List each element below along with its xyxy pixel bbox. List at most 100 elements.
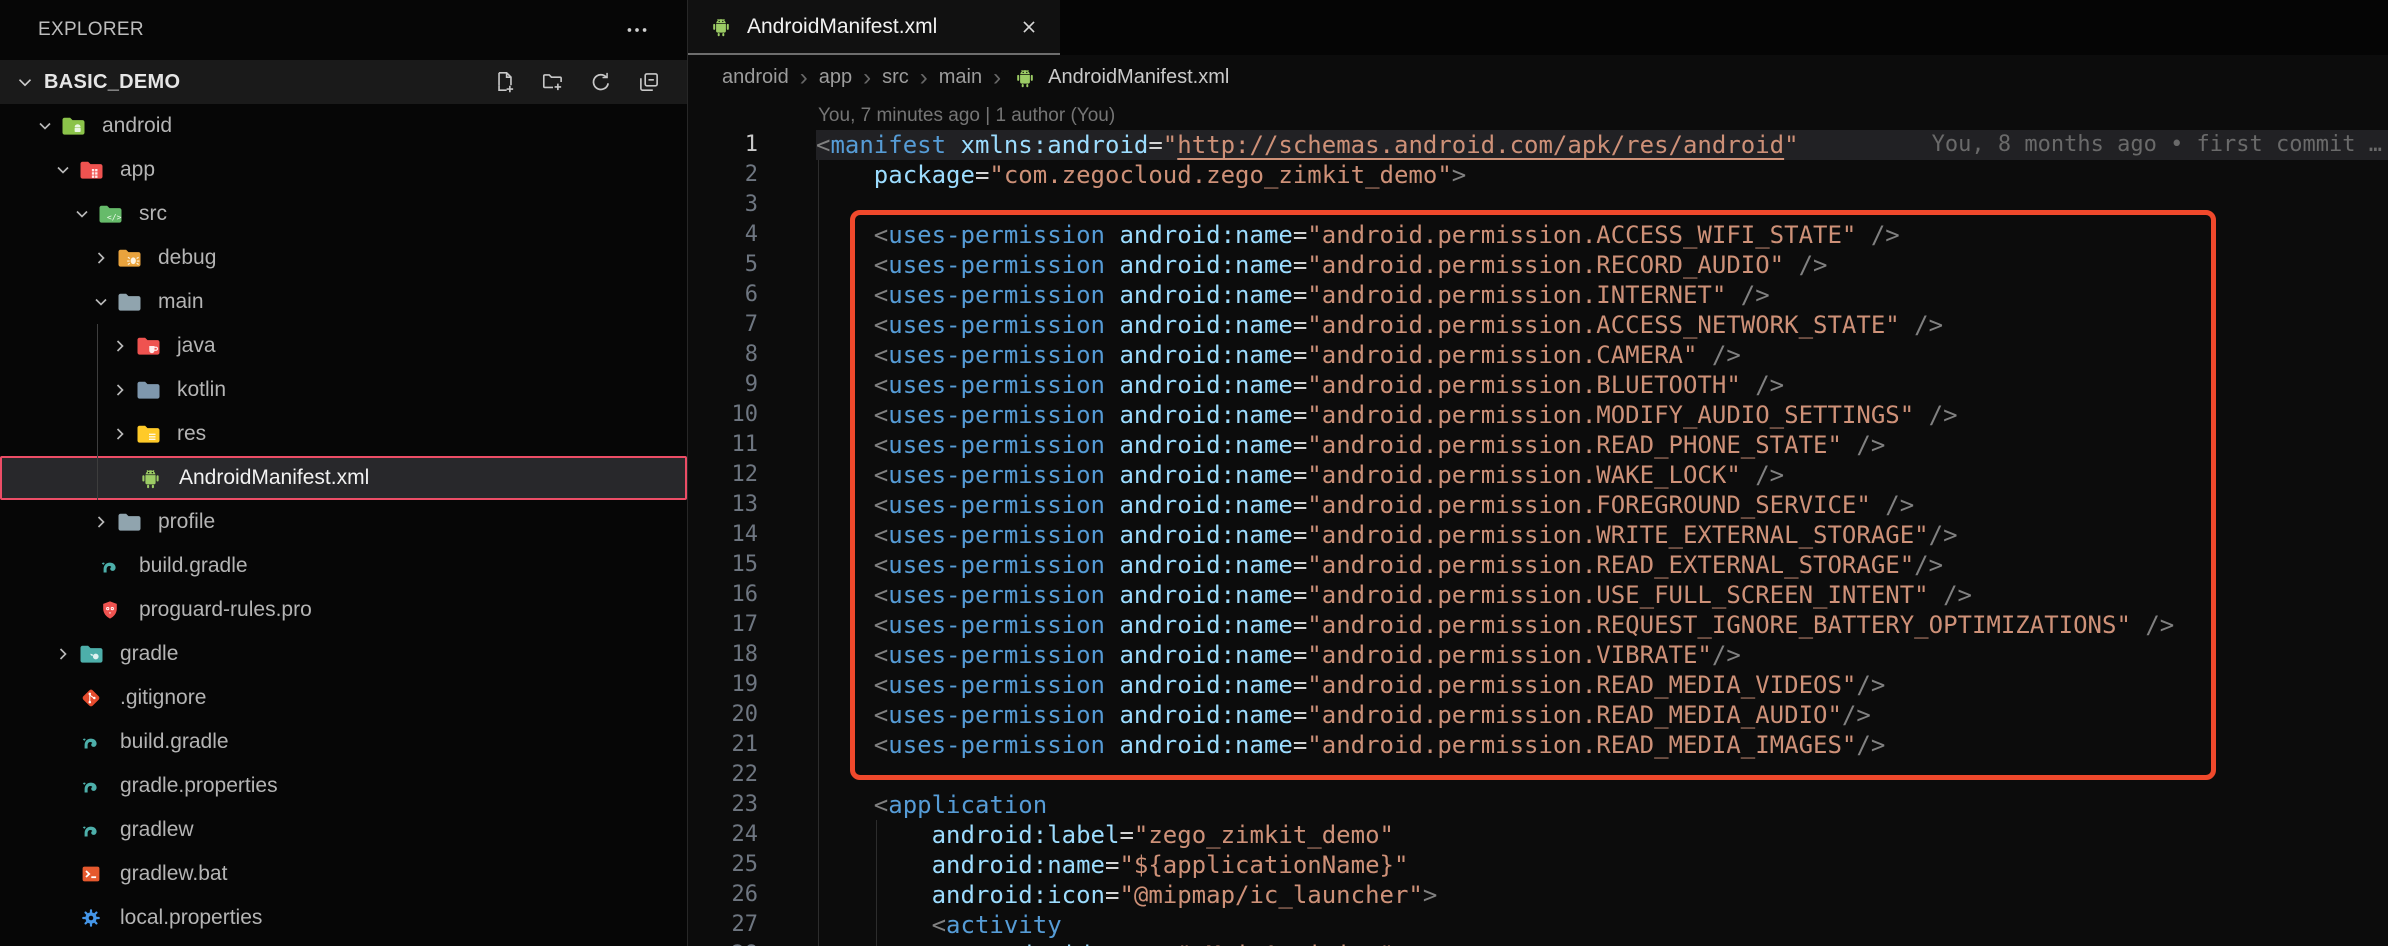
tree-item-main[interactable]: main: [0, 280, 687, 324]
collapse-all-icon[interactable]: [633, 66, 665, 98]
explorer-header: EXPLORER: [0, 0, 687, 60]
svg-text:</>: </>: [106, 211, 121, 221]
tree-item-app[interactable]: app: [0, 148, 687, 192]
line-number: 13: [688, 490, 758, 520]
code-line-17[interactable]: <uses-permission android:name="android.p…: [816, 610, 2388, 640]
chevron-right-icon: [86, 507, 116, 537]
code-line-5[interactable]: <uses-permission android:name="android.p…: [816, 250, 2388, 280]
code-line-15[interactable]: <uses-permission android:name="android.p…: [816, 550, 2388, 580]
git-diamond-icon: [78, 685, 104, 711]
code-line-4[interactable]: <uses-permission android:name="android.p…: [816, 220, 2388, 250]
tree-item-java[interactable]: java: [0, 324, 687, 368]
code-line-6[interactable]: <uses-permission android:name="android.p…: [816, 280, 2388, 310]
breadcrumb-separator-icon: ›: [993, 66, 1001, 90]
code-line-14[interactable]: <uses-permission android:name="android.p…: [816, 520, 2388, 550]
gradle-elephant-icon: [78, 773, 104, 799]
code-line-7[interactable]: <uses-permission android:name="android.p…: [816, 310, 2388, 340]
tab-androidmanifest[interactable]: AndroidManifest.xml: [688, 0, 1060, 55]
line-number: 11: [688, 430, 758, 460]
breadcrumb-separator-icon: ›: [863, 66, 871, 90]
line-number: 28: [688, 940, 758, 946]
breadcrumb-item-main[interactable]: main: [939, 66, 982, 89]
project-section-header[interactable]: BASIC_DEMO: [0, 60, 687, 104]
code-line-27[interactable]: <activity: [816, 910, 2388, 940]
tree-item-build-gradle[interactable]: build.gradle: [0, 720, 687, 764]
code-line-19[interactable]: <uses-permission android:name="android.p…: [816, 670, 2388, 700]
vscode-window: EXPLORER BASIC_DEMO androidapp</>srcdebu…: [0, 0, 2388, 946]
line-number: 16: [688, 580, 758, 610]
refresh-icon[interactable]: [585, 66, 617, 98]
code-line-9[interactable]: <uses-permission android:name="android.p…: [816, 370, 2388, 400]
tree-item-label: proguard-rules.pro: [139, 598, 312, 622]
code-line-12[interactable]: <uses-permission android:name="android.p…: [816, 460, 2388, 490]
tree-item-gradlew[interactable]: gradlew: [0, 808, 687, 852]
folder-kotlin-icon: [135, 377, 161, 403]
chevron-down-icon: [86, 287, 116, 317]
tree-item-kotlin[interactable]: kotlin: [0, 368, 687, 412]
line-number: 19: [688, 670, 758, 700]
code-line-2[interactable]: package="com.zegocloud.zego_zimkit_demo"…: [816, 160, 2388, 190]
tree-item-androidmanifest-xml[interactable]: AndroidManifest.xml: [0, 456, 687, 500]
more-actions-icon[interactable]: [621, 14, 653, 46]
new-file-icon[interactable]: [489, 66, 521, 98]
folder-res-icon: [135, 421, 161, 447]
breadcrumb-item-src[interactable]: src: [882, 66, 909, 89]
tree-item-build-gradle[interactable]: build.gradle: [0, 544, 687, 588]
code-line-1[interactable]: <manifest xmlns:android="http://schemas.…: [816, 130, 2388, 160]
tree-item-proguard-rules-pro[interactable]: proguard-rules.pro: [0, 588, 687, 632]
codelens-blame[interactable]: You, 7 minutes ago | 1 author (You): [818, 101, 1115, 130]
breadcrumb-separator-icon: ›: [920, 66, 928, 90]
inline-blame: You, 8 months ago • first commit …: [1932, 130, 2382, 160]
file-tree: android app</>src debug mainjavakotlinres An…: [0, 104, 687, 940]
tree-item-label: AndroidManifest.xml: [179, 466, 369, 490]
code-line-18[interactable]: <uses-permission android:name="android.p…: [816, 640, 2388, 670]
proguard-owl-icon: [97, 597, 123, 623]
line-number: 1: [688, 130, 758, 160]
breadcrumb-item-app[interactable]: app: [819, 66, 852, 89]
code-line-21[interactable]: <uses-permission android:name="android.p…: [816, 730, 2388, 760]
code-line-8[interactable]: <uses-permission android:name="android.p…: [816, 340, 2388, 370]
line-number: 3: [688, 190, 758, 220]
chevron-right-icon: [105, 331, 135, 361]
tree-item-gradle[interactable]: gradle: [0, 632, 687, 676]
tree-item-label: debug: [158, 246, 216, 270]
breadcrumb-item-android[interactable]: android: [722, 66, 789, 89]
code-line-20[interactable]: <uses-permission android:name="android.p…: [816, 700, 2388, 730]
code-line-23[interactable]: <application: [816, 790, 2388, 820]
code-line-11[interactable]: <uses-permission android:name="android.p…: [816, 430, 2388, 460]
code-line-16[interactable]: <uses-permission android:name="android.p…: [816, 580, 2388, 610]
code-line-26[interactable]: android:icon="@mipmap/ic_launcher">: [816, 880, 2388, 910]
folder-main-icon: [116, 289, 142, 315]
chevron-right-icon: [105, 375, 135, 405]
tree-item-android[interactable]: android: [0, 104, 687, 148]
breadcrumb-item-file[interactable]: AndroidManifest.xml: [1048, 66, 1229, 89]
tree-item-res[interactable]: res: [0, 412, 687, 456]
line-number: 27: [688, 910, 758, 940]
breadcrumb: android›app›src›main›AndroidManifest.xml: [688, 55, 2388, 100]
close-icon[interactable]: [1014, 12, 1044, 42]
new-folder-icon[interactable]: [537, 66, 569, 98]
tree-item-profile[interactable]: profile: [0, 500, 687, 544]
project-section-label: BASIC_DEMO: [44, 71, 180, 94]
code-line-28[interactable]: android:name=".MainActivity": [816, 940, 2388, 946]
line-number: 10: [688, 400, 758, 430]
folder-src-icon: </>: [97, 201, 123, 227]
terminal-bat-icon: [78, 861, 104, 887]
folder-app-icon: [78, 157, 104, 183]
tree-item-src[interactable]: </>src: [0, 192, 687, 236]
tree-item-label: android: [102, 114, 172, 138]
tree-item-gradlew-bat[interactable]: gradlew.bat: [0, 852, 687, 896]
tree-item-debug[interactable]: debug: [0, 236, 687, 280]
code-line-25[interactable]: android:name="${applicationName}": [816, 850, 2388, 880]
tree-item-gradle-properties[interactable]: gradle.properties: [0, 764, 687, 808]
code-line-3[interactable]: [816, 190, 2388, 220]
folder-debug-icon: [116, 245, 142, 271]
code-line-22[interactable]: [816, 760, 2388, 790]
code-line-10[interactable]: <uses-permission android:name="android.p…: [816, 400, 2388, 430]
folder-java-icon: [135, 333, 161, 359]
editor-tab-bar: AndroidManifest.xml: [688, 0, 2388, 55]
tree-item--gitignore[interactable]: .gitignore: [0, 676, 687, 720]
code-line-24[interactable]: android:label="zego_zimkit_demo": [816, 820, 2388, 850]
tree-item-local-properties[interactable]: local.properties: [0, 896, 687, 940]
code-line-13[interactable]: <uses-permission android:name="android.p…: [816, 490, 2388, 520]
